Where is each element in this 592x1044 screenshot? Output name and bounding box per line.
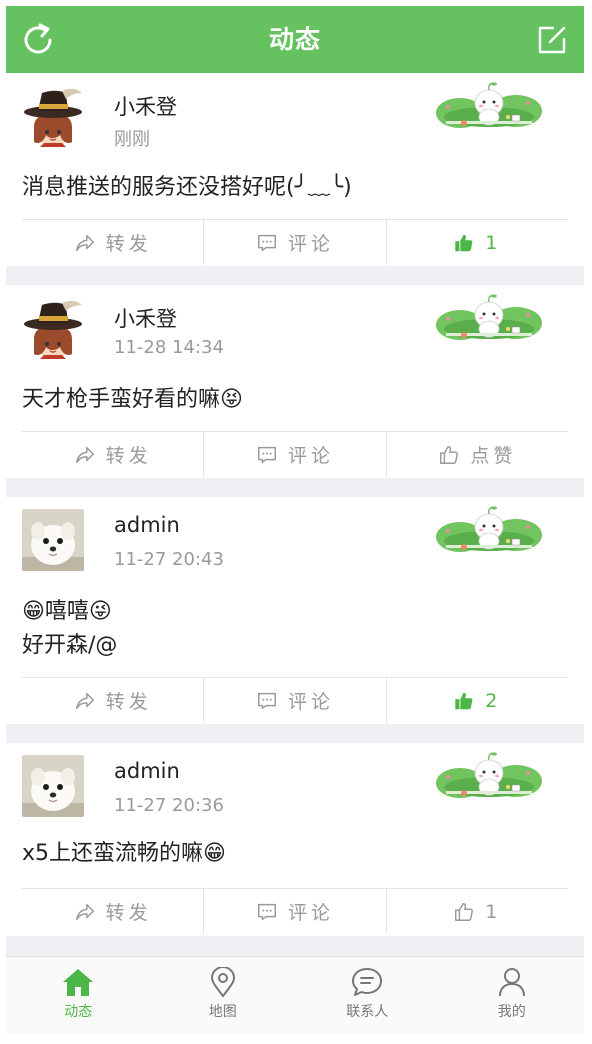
comment-button[interactable]: 评论 <box>204 432 387 477</box>
post-time: 11-27 20:36 <box>114 795 224 816</box>
avatar-image <box>22 87 84 149</box>
decoration-sticker <box>434 293 544 341</box>
share-icon <box>74 901 96 923</box>
repost-label: 转发 <box>105 902 152 924</box>
tab-label: 联系人 <box>346 1004 389 1020</box>
thumbs-up-icon <box>453 901 475 923</box>
comment-icon <box>256 690 278 712</box>
avatar-image <box>22 755 84 817</box>
post-actions: 转发 评论 点赞 <box>22 431 568 477</box>
like-count: 2 <box>485 689 502 712</box>
post-content: 😁嘻嘻😜 好开森/@ <box>22 595 568 663</box>
comment-icon <box>256 444 278 466</box>
repost-label: 转发 <box>105 233 152 255</box>
repost-label: 转发 <box>105 691 152 713</box>
like-count: 1 <box>485 231 502 254</box>
repost-button[interactable]: 转发 <box>22 678 205 723</box>
tab-contacts[interactable]: 联系人 <box>295 957 440 1034</box>
post-content: 消息推送的服务还没搭好呢(╯﹏╰) <box>22 175 352 200</box>
thumbs-up-filled-icon <box>453 690 475 712</box>
post-content: 天才枪手蛮好看的嘛😝 <box>22 387 243 412</box>
comment-label: 评论 <box>287 902 334 924</box>
tab-label: 动态 <box>64 1004 93 1020</box>
like-button[interactable]: 点赞 <box>387 432 568 477</box>
location-pin-icon <box>210 967 235 997</box>
share-icon <box>74 232 96 254</box>
post-card: admin 11-27 20:43 😁嘻嘻😜 好开森/@ 转发 评论 2 <box>6 497 584 724</box>
avatar-image <box>22 299 84 361</box>
avatar[interactable] <box>22 755 84 817</box>
post-time: 11-28 14:34 <box>114 337 224 358</box>
comment-button[interactable]: 评论 <box>204 678 387 723</box>
decoration-sticker <box>434 751 544 799</box>
app-frame: 动态 小禾登 刚刚 消息推送的服务还没搭好呢(╯﹏╰) 转发 评论 1 小禾登 … <box>6 6 584 1034</box>
home-icon <box>63 969 94 996</box>
user-icon <box>498 968 525 997</box>
post-time: 11-27 20:43 <box>114 549 224 570</box>
comment-label: 评论 <box>287 445 334 467</box>
post-actions: 转发 评论 1 <box>22 219 568 265</box>
post-content-line: 好开森/@ <box>22 633 118 658</box>
post-content-line: 😁嘻嘻😜 <box>22 599 112 624</box>
like-label: 点赞 <box>470 445 517 467</box>
comment-label: 评论 <box>287 691 334 713</box>
tab-feed[interactable]: 动态 <box>6 957 151 1034</box>
post-username[interactable]: 小禾登 <box>114 303 177 333</box>
comment-label: 评论 <box>287 233 334 255</box>
post-card: admin 11-27 20:36 x5上还蛮流畅的嘛😁 转发 评论 1 <box>6 743 584 936</box>
like-button[interactable]: 1 <box>387 889 568 934</box>
avatar[interactable] <box>22 299 84 361</box>
tab-map[interactable]: 地图 <box>151 957 296 1034</box>
post-card: 小禾登 11-28 14:34 天才枪手蛮好看的嘛😝 转发 评论 点赞 <box>6 285 584 478</box>
comment-button[interactable]: 评论 <box>204 220 387 265</box>
like-button[interactable]: 2 <box>387 678 568 723</box>
avatar[interactable] <box>22 509 84 571</box>
repost-button[interactable]: 转发 <box>22 432 205 477</box>
comment-icon <box>256 232 278 254</box>
comment-icon <box>256 901 278 923</box>
decoration-sticker <box>434 81 544 129</box>
bottom-tab-bar: 动态 地图 联系人 我的 <box>6 956 584 1034</box>
decoration-sticker <box>434 505 544 553</box>
repost-button[interactable]: 转发 <box>22 220 205 265</box>
compose-icon[interactable] <box>536 24 568 56</box>
thumbs-up-icon <box>438 444 460 466</box>
like-button[interactable]: 1 <box>387 220 568 265</box>
post-actions: 转发 评论 1 <box>22 888 568 934</box>
post-actions: 转发 评论 2 <box>22 677 568 723</box>
post-card: 小禾登 刚刚 消息推送的服务还没搭好呢(╯﹏╰) 转发 评论 1 <box>6 73 584 266</box>
page-title: 动态 <box>268 25 321 54</box>
comment-button[interactable]: 评论 <box>204 889 387 934</box>
repost-label: 转发 <box>105 445 152 467</box>
top-bar: 动态 <box>6 6 584 73</box>
share-icon <box>74 444 96 466</box>
post-content: x5上还蛮流畅的嘛😁 <box>22 841 226 866</box>
like-count: 1 <box>485 900 502 923</box>
tab-label: 我的 <box>497 1004 526 1020</box>
chat-bubble-icon <box>352 968 383 996</box>
avatar-image <box>22 509 84 571</box>
repost-button[interactable]: 转发 <box>22 889 205 934</box>
post-time: 刚刚 <box>114 129 150 150</box>
tab-me[interactable]: 我的 <box>440 957 585 1034</box>
thumbs-up-filled-icon <box>453 232 475 254</box>
avatar[interactable] <box>22 87 84 149</box>
share-icon <box>74 690 96 712</box>
post-username[interactable]: 小禾登 <box>114 91 177 121</box>
post-username[interactable]: admin <box>114 513 180 537</box>
post-username[interactable]: admin <box>114 759 180 783</box>
tab-label: 地图 <box>208 1004 237 1020</box>
